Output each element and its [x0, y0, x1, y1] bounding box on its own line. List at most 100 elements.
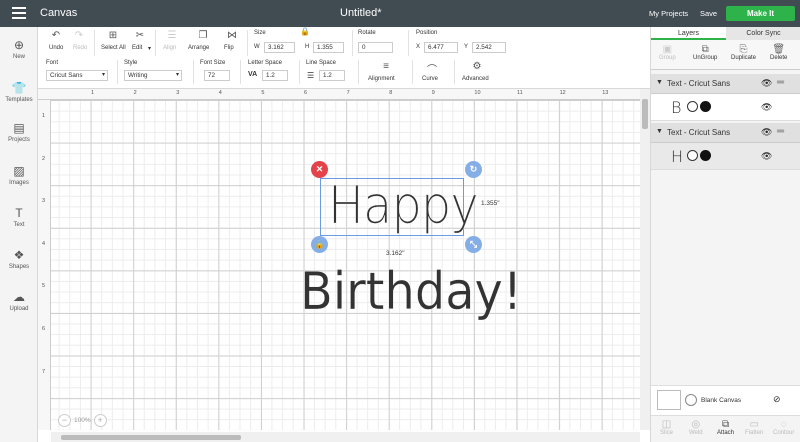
nav-images[interactable]: ▨ Images [0, 164, 38, 187]
scroll-thumb[interactable] [61, 435, 241, 440]
arrange-icon[interactable]: ❐ [195, 30, 211, 41]
layer-item-row[interactable]: B 👁 [651, 94, 800, 121]
align-button[interactable]: Align [163, 45, 176, 51]
duplicate-button[interactable]: ⎘ Duplicate [731, 44, 756, 61]
divider [240, 60, 241, 84]
tab-layers[interactable]: Layers [651, 27, 726, 40]
make-it-button[interactable]: Make It [726, 6, 795, 21]
select-all-icon[interactable]: ⊞ [105, 30, 121, 41]
style-select[interactable]: Writing [124, 70, 182, 81]
contour-icon: ◌ [780, 419, 787, 430]
slice-button[interactable]: ◫ Slice [660, 419, 673, 436]
height-label: H [305, 44, 310, 50]
undo-button[interactable]: Undo [49, 45, 63, 51]
redo-icon[interactable]: ↷ [71, 30, 87, 41]
font-size-input[interactable]: 72 [204, 70, 230, 81]
layer-group-row[interactable]: ▼ Text - Cricut Sans 👁 ═ [651, 74, 800, 94]
horizontal-scrollbar[interactable] [51, 432, 640, 442]
delete-button[interactable]: 🗑 Delete [770, 44, 787, 61]
scroll-thumb[interactable] [642, 99, 648, 129]
chevron-down-icon[interactable]: ▼ [656, 79, 663, 86]
group-button[interactable]: ▣ Group [659, 44, 676, 61]
writing-pen-icon[interactable] [687, 101, 698, 112]
nav-shapes[interactable]: ❖ Shapes [0, 249, 38, 271]
drag-handle-icon[interactable]: ═ [777, 77, 784, 88]
save-link[interactable]: Save [700, 9, 717, 18]
size-label: Size [254, 30, 266, 36]
y-position-input[interactable]: 2.542 [472, 42, 506, 53]
width-input[interactable]: 3.162 [264, 42, 295, 53]
nav-text[interactable]: T Text [0, 207, 38, 229]
color-swatch[interactable] [700, 101, 711, 112]
undo-icon[interactable]: ↶ [48, 30, 64, 41]
attach-button[interactable]: ⧉ Attach [717, 419, 734, 436]
nav-templates[interactable]: 👕 Templates [0, 82, 38, 104]
lock-handle-icon[interactable]: 🔒 [311, 236, 328, 253]
curve-icon[interactable]: ⌒ [424, 61, 440, 76]
nav-projects[interactable]: ▤ Projects [0, 122, 38, 144]
advanced-button[interactable]: Advanced [462, 76, 489, 82]
x-position-input[interactable]: 6.477 [424, 42, 458, 53]
resize-handle-icon[interactable]: ⤡ [465, 236, 482, 253]
flip-button[interactable]: Flip [224, 45, 234, 51]
chevron-down-icon[interactable]: ▼ [656, 128, 663, 135]
redo-button[interactable]: Redo [73, 45, 87, 51]
canvas-thumbnail[interactable] [657, 390, 681, 410]
position-label: Position [416, 30, 438, 36]
height-input[interactable]: 1.355 [313, 42, 344, 53]
rotate-input[interactable]: 0 [358, 42, 393, 53]
weld-button[interactable]: ◎ Weld [689, 419, 703, 436]
zoom-in-button[interactable]: + [93, 413, 107, 427]
nav-upload[interactable]: ☁ Upload [0, 291, 38, 313]
layer-item-row[interactable]: H 👁 [651, 143, 800, 170]
width-dimension: 3.162" [386, 250, 405, 257]
flatten-button[interactable]: ▭ Flatten [745, 419, 763, 436]
font-select[interactable]: Cricut Sans [46, 70, 108, 81]
zoom-out-button[interactable]: − [58, 413, 71, 427]
eye-icon[interactable]: 👁 [761, 127, 772, 138]
line-space-input[interactable]: 1.2 [319, 70, 345, 81]
edit-button[interactable]: Edit [132, 45, 142, 51]
left-sidebar: ⊕ New 👕 Templates ▤ Projects ▨ Images T Text … [0, 27, 38, 442]
nav-new[interactable]: ⊕ New [0, 38, 38, 61]
ruler-tick-label: 4 [42, 240, 46, 247]
image-icon: ▨ [13, 164, 25, 178]
writing-pen-icon[interactable] [687, 150, 698, 161]
layer-tools: ◫ Slice ◎ Weld ⧉ Attach ▭ Flatten ◌ Contour [651, 415, 800, 442]
alignment-button[interactable]: Alignment [368, 76, 395, 82]
lock-icon[interactable]: 🔒 [300, 27, 310, 36]
top-bar: Canvas Untitled* My Projects Save Make I… [0, 0, 800, 27]
canvas-color-swatch[interactable] [685, 394, 697, 406]
text-happy[interactable]: Happy [328, 176, 479, 236]
flip-icon[interactable]: ⋈ [224, 30, 240, 41]
rotate-handle-icon[interactable]: ↻ [465, 161, 482, 178]
ungroup-button[interactable]: ⧉ UnGroup [693, 44, 717, 61]
eye-icon[interactable]: 👁 [761, 151, 772, 162]
alignment-icon[interactable]: ≡ [378, 61, 394, 72]
eye-icon[interactable]: 👁 [761, 102, 772, 113]
curve-button[interactable]: Curve [422, 76, 438, 82]
vertical-scrollbar[interactable] [640, 89, 650, 430]
tab-color-sync[interactable]: Color Sync [726, 27, 800, 40]
advanced-icon[interactable]: ⚙ [469, 61, 485, 72]
eye-icon[interactable]: 👁 [761, 78, 772, 89]
text-birthday[interactable]: Birthday! [300, 262, 522, 322]
drag-handle-icon[interactable]: ═ [777, 126, 784, 137]
my-projects-link[interactable]: My Projects [649, 9, 688, 18]
ruler-tick-label: 9 [431, 90, 435, 96]
edit-icon[interactable]: ✂ [132, 30, 148, 41]
contour-button[interactable]: ◌ Contour [773, 419, 794, 436]
align-icon[interactable]: ☰ [164, 30, 180, 41]
divider [454, 60, 455, 84]
layer-group-row[interactable]: ▼ Text - Cricut Sans 👁 ═ [651, 123, 800, 143]
color-swatch[interactable] [700, 150, 711, 161]
menu-icon[interactable] [12, 7, 26, 19]
divider [299, 60, 300, 84]
plus-icon: ⊕ [13, 38, 25, 52]
eye-off-icon[interactable]: ⊘ [773, 394, 781, 405]
select-all-button[interactable]: Select All [101, 45, 126, 51]
arrange-button[interactable]: Arrange [188, 45, 209, 51]
letter-space-input[interactable]: 1.2 [262, 70, 288, 81]
panel-tabs: Layers Color Sync [651, 27, 800, 40]
delete-handle-icon[interactable]: ✕ [311, 161, 328, 178]
